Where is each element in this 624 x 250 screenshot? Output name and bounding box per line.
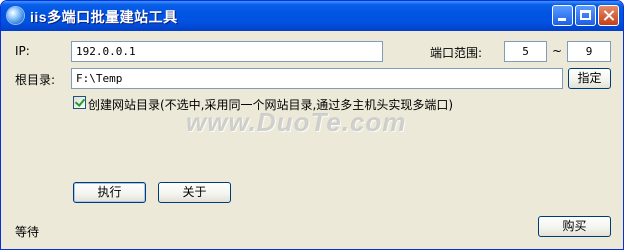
root-dir-input[interactable]: F:\Temp — [71, 68, 563, 89]
port-end-input[interactable]: 9 — [567, 41, 611, 62]
minimize-button[interactable] — [552, 5, 573, 26]
execute-button[interactable]: 执行 — [73, 182, 146, 203]
about-button[interactable]: 关于 — [158, 182, 231, 203]
ip-label: IP: — [15, 44, 30, 58]
root-dir-label: 根目录: — [15, 73, 56, 87]
app-globe-icon — [7, 7, 24, 24]
browse-button[interactable]: 指定 — [568, 68, 611, 89]
close-button[interactable] — [598, 5, 619, 26]
window-title: iis多端口批量建站工具 — [30, 9, 178, 25]
status-text: 等待 — [15, 225, 40, 239]
watermark-text: www.DuoTe.com — [186, 107, 407, 137]
port-start-input[interactable]: 5 — [504, 41, 547, 62]
buy-button[interactable]: 购买 — [538, 216, 611, 237]
ip-input[interactable]: 192.0.0.1 — [71, 41, 383, 62]
port-range-label: 端口范围: — [430, 46, 483, 60]
maximize-button[interactable] — [575, 5, 596, 26]
port-separator: ~ — [552, 44, 563, 58]
title-bar[interactable]: iis多端口批量建站工具 — [1, 1, 623, 31]
main-window: iis多端口批量建站工具 IP: 192.0.0.1 端口范围: 5 ~ 9 根… — [0, 0, 624, 250]
create-site-dir-checkbox[interactable] — [73, 96, 86, 109]
